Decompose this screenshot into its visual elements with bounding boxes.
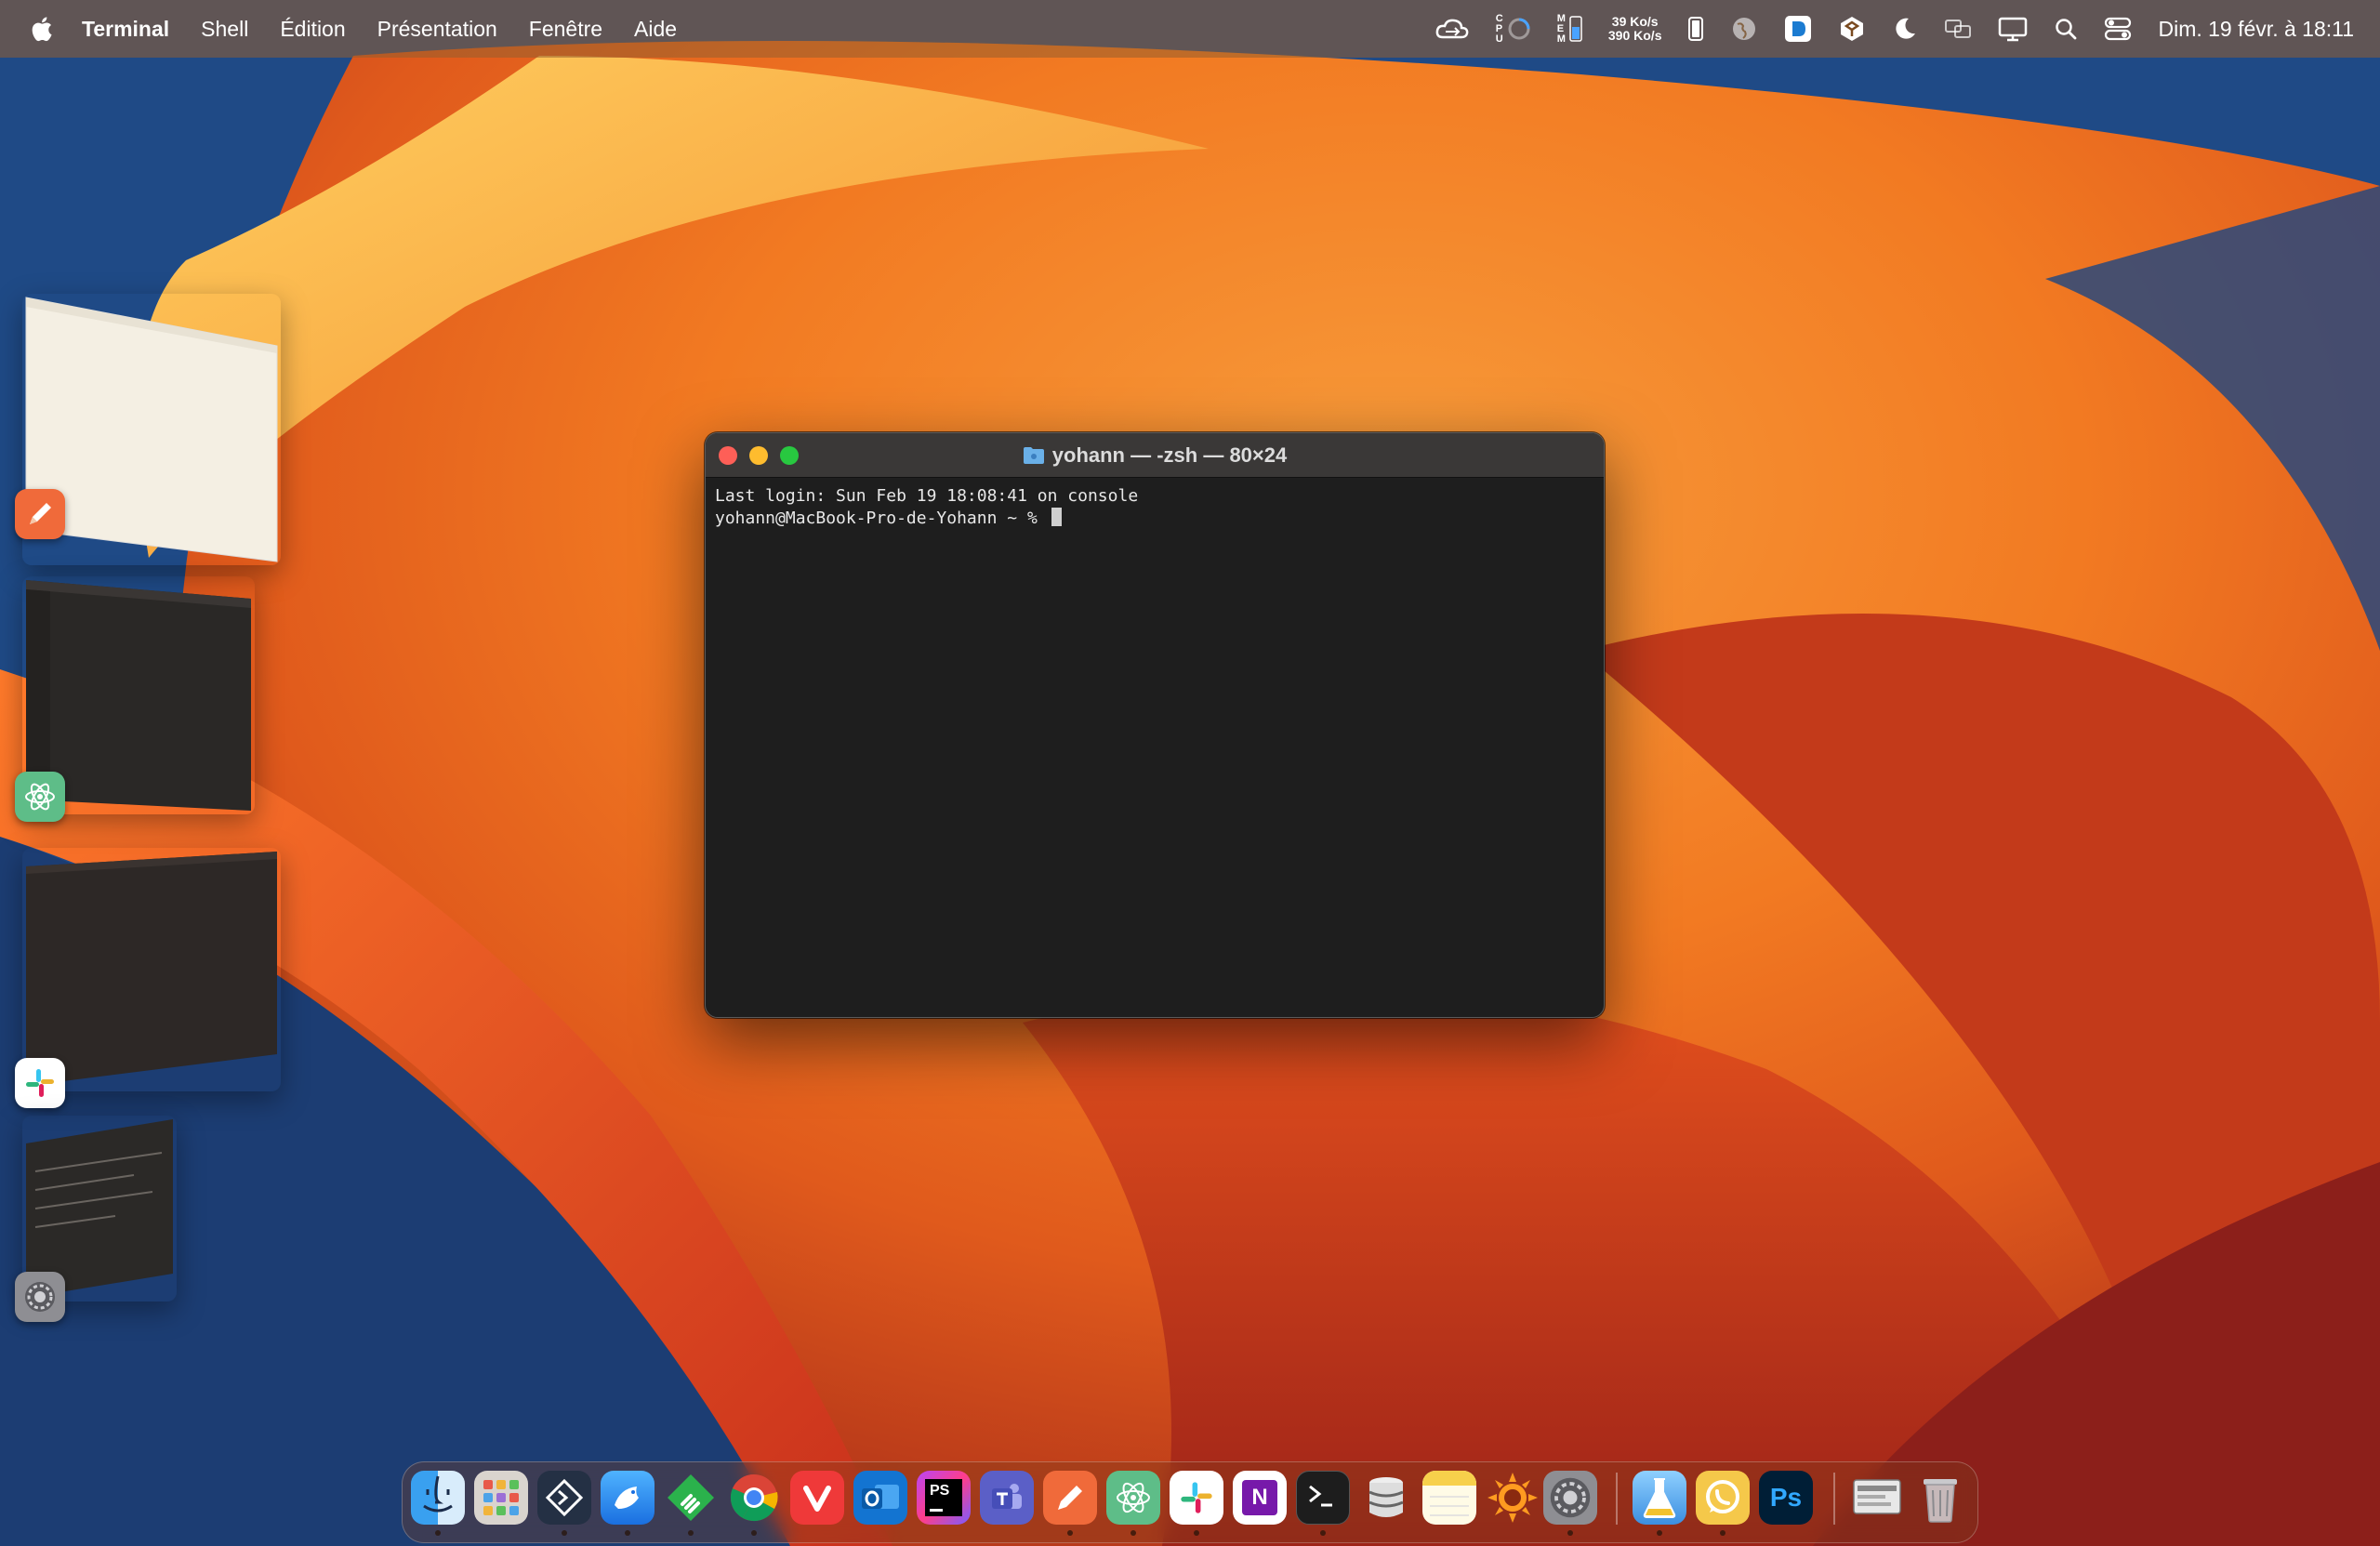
- folder-icon: [1023, 446, 1044, 464]
- terminal-line-prompt[interactable]: yohann@MacBook-Pro-de-Yohann ~ %: [715, 508, 1594, 530]
- downloads-stack-icon[interactable]: [1850, 1471, 1904, 1525]
- battery-icon[interactable]: [1687, 16, 1704, 42]
- onenote-label: N: [1251, 1485, 1268, 1510]
- sun-icon[interactable]: [1486, 1471, 1540, 1525]
- apple-logo-icon[interactable]: [28, 15, 54, 43]
- whatsapp-icon[interactable]: [1696, 1471, 1750, 1525]
- notes-icon[interactable]: [1422, 1471, 1476, 1525]
- teams-icon[interactable]: [980, 1471, 1034, 1525]
- flask-icon[interactable]: [1633, 1471, 1686, 1525]
- terminal-icon[interactable]: [1296, 1471, 1350, 1525]
- pencil-icon[interactable]: [15, 489, 65, 539]
- display-icon[interactable]: [1998, 16, 2028, 42]
- menu-presentation[interactable]: Présentation: [377, 17, 497, 42]
- phpstorm-label: PS: [930, 1483, 950, 1499]
- control-center-icon[interactable]: [2104, 16, 2132, 42]
- launchpad-icon[interactable]: [474, 1471, 528, 1525]
- dock-separator-2: [1833, 1473, 1835, 1525]
- cpu-gauge-icon[interactable]: C P U: [1496, 13, 1531, 45]
- slack-icon[interactable]: [1170, 1471, 1223, 1525]
- text-cursor: [1051, 508, 1062, 526]
- diamond-app-icon[interactable]: [537, 1471, 591, 1525]
- terminal-output[interactable]: Last login: Sun Feb 19 18:08:41 on conso…: [706, 478, 1604, 537]
- language-icon[interactable]: [1944, 17, 1972, 41]
- slack-icon[interactable]: [15, 1058, 65, 1108]
- menu-bar: Terminal Shell Édition Présentation Fenê…: [0, 0, 2380, 58]
- app-extension-icon[interactable]: [1838, 15, 1866, 43]
- finder-icon[interactable]: [411, 1471, 465, 1525]
- menu-aide[interactable]: Aide: [634, 17, 677, 42]
- pencil-icon[interactable]: [1043, 1471, 1097, 1525]
- dashlane-icon[interactable]: [1784, 15, 1812, 43]
- menu-app-terminal[interactable]: Terminal: [82, 17, 169, 42]
- database-icon[interactable]: [1359, 1471, 1413, 1525]
- terminal-titlebar[interactable]: yohann — -zsh — 80×24: [706, 433, 1604, 478]
- onenote-icon[interactable]: N: [1233, 1471, 1287, 1525]
- terminal-window[interactable]: yohann — -zsh — 80×24 Last login: Sun Fe…: [705, 432, 1605, 1018]
- cloud-sync-icon[interactable]: [1435, 15, 1470, 43]
- atom-icon[interactable]: [1106, 1471, 1160, 1525]
- net-up-value: 390 Ko/s: [1607, 28, 1662, 43]
- terminal-prompt: yohann@MacBook-Pro-de-Yohann ~ %: [715, 509, 1048, 528]
- net-down-value: 39 Ko/s: [1611, 14, 1659, 29]
- terminal-line-login: Last login: Sun Feb 19 18:08:41 on conso…: [715, 486, 1139, 506]
- menu-shell[interactable]: Shell: [201, 17, 248, 42]
- menu-clock[interactable]: Dim. 19 févr. à 18:11: [2158, 17, 2354, 42]
- photoshop-label: Ps: [1769, 1483, 1803, 1512]
- window-title: yohann — -zsh — 80×24: [1051, 443, 1288, 467]
- stage-thumb-slack[interactable]: [22, 848, 281, 1091]
- moon-icon[interactable]: [1892, 16, 1918, 42]
- atom-icon[interactable]: [15, 772, 65, 822]
- close-button[interactable]: [719, 446, 737, 465]
- minimize-button[interactable]: [749, 446, 768, 465]
- net-speed[interactable]: 39 Ko/s 390 Ko/s: [1608, 15, 1662, 43]
- memory-gauge-icon[interactable]: M E M: [1557, 13, 1582, 45]
- chrome-icon[interactable]: [727, 1471, 781, 1525]
- vivaldi-icon[interactable]: [790, 1471, 844, 1525]
- settings-gear-icon[interactable]: [1543, 1471, 1597, 1525]
- maximize-button[interactable]: [780, 446, 799, 465]
- search-icon[interactable]: [2054, 17, 2078, 41]
- menu-fenetre[interactable]: Fenêtre: [529, 17, 602, 42]
- dock-separator: [1616, 1473, 1618, 1525]
- phpstorm-icon[interactable]: PS: [917, 1471, 971, 1525]
- menu-edition[interactable]: Édition: [280, 17, 345, 42]
- photoshop-icon[interactable]: Ps: [1759, 1471, 1813, 1525]
- settings-gear-icon[interactable]: [15, 1272, 65, 1322]
- globe-icon[interactable]: [1730, 15, 1758, 43]
- outlook-icon[interactable]: [853, 1471, 907, 1525]
- bird-icon[interactable]: [601, 1471, 654, 1525]
- trash-icon[interactable]: [1913, 1471, 1967, 1525]
- feedly-icon[interactable]: [664, 1471, 718, 1525]
